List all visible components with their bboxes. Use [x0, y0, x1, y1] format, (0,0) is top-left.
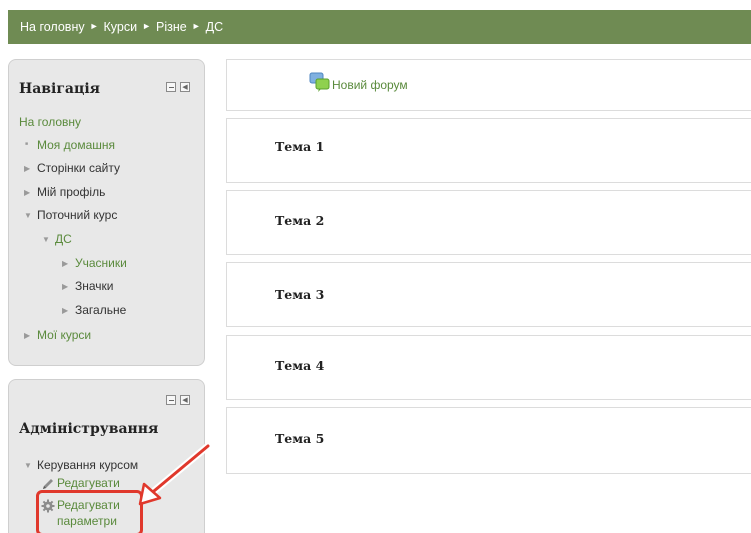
collapse-arrow-icon	[23, 208, 37, 223]
topic-title: Тема 5	[275, 431, 325, 446]
nav-item-course[interactable]: ДС	[41, 232, 72, 247]
admin-item-edit[interactable]: Редагувати	[57, 476, 120, 491]
administration-title: Адміністрування	[19, 421, 159, 437]
admin-item-course-admin[interactable]: Керування курсом	[23, 458, 138, 473]
expand-arrow-icon	[61, 279, 75, 294]
topic-section: Тема 1	[226, 118, 751, 183]
dock-icon[interactable]: ◀	[180, 82, 190, 92]
bullet-icon	[23, 137, 37, 154]
breadcrumb-separator: ►	[89, 21, 99, 31]
collapse-arrow-icon	[23, 458, 37, 473]
breadcrumb-separator: ►	[191, 21, 201, 31]
breadcrumb-separator: ►	[142, 21, 152, 31]
collapse-arrow-icon	[41, 232, 55, 247]
nav-item-my-profile[interactable]: Мій профіль	[23, 185, 105, 200]
expand-arrow-icon	[23, 328, 37, 343]
nav-home-link[interactable]: На головну	[19, 115, 81, 130]
course-section-general: Новий форум	[226, 59, 751, 111]
breadcrumb-current-course[interactable]: ДС	[206, 20, 224, 34]
topic-title: Тема 4	[275, 358, 325, 373]
breadcrumb-courses[interactable]: Курси	[104, 20, 138, 34]
nav-item-current-course[interactable]: Поточний курс	[23, 208, 117, 223]
topic-section: Тема 5	[226, 407, 751, 474]
minimize-icon[interactable]	[166, 82, 176, 92]
topic-section: Тема 2	[226, 190, 751, 255]
nav-item-badges[interactable]: Значки	[61, 279, 114, 294]
navigation-block: Навігація ◀ На головну Моя домашня Сторі…	[8, 59, 205, 366]
nav-item-site-pages[interactable]: Сторінки сайту	[23, 161, 120, 176]
breadcrumb-misc[interactable]: Різне	[156, 20, 187, 34]
nav-item-my-home[interactable]: Моя домашня	[23, 137, 115, 154]
forum-icon	[309, 72, 330, 92]
forum-link[interactable]: Новий форум	[332, 78, 408, 92]
expand-arrow-icon	[23, 161, 37, 176]
expand-arrow-icon	[61, 256, 75, 271]
topic-title: Тема 2	[275, 213, 325, 228]
topic-title: Тема 1	[275, 139, 325, 154]
expand-arrow-icon	[61, 303, 75, 318]
nav-item-my-courses[interactable]: Мої курси	[23, 328, 91, 343]
breadcrumb-home[interactable]: На головну	[20, 20, 85, 34]
pencil-icon	[43, 479, 53, 489]
topic-section: Тема 3	[226, 262, 751, 327]
forum-activity[interactable]: Новий форум	[309, 72, 408, 92]
topic-title: Тема 3	[275, 287, 325, 302]
nav-item-participants[interactable]: Учасники	[61, 256, 127, 271]
expand-arrow-icon	[23, 185, 37, 200]
navigation-title: Навігація	[19, 81, 100, 97]
annotation-arrow-icon	[138, 442, 212, 506]
highlight-box	[36, 490, 143, 533]
dock-icon[interactable]: ◀	[180, 395, 190, 405]
breadcrumb: На головну ► Курси ► Різне ► ДС	[8, 10, 751, 44]
minimize-icon[interactable]	[166, 395, 176, 405]
topic-section: Тема 4	[226, 335, 751, 400]
nav-item-general[interactable]: Загальне	[61, 303, 126, 318]
